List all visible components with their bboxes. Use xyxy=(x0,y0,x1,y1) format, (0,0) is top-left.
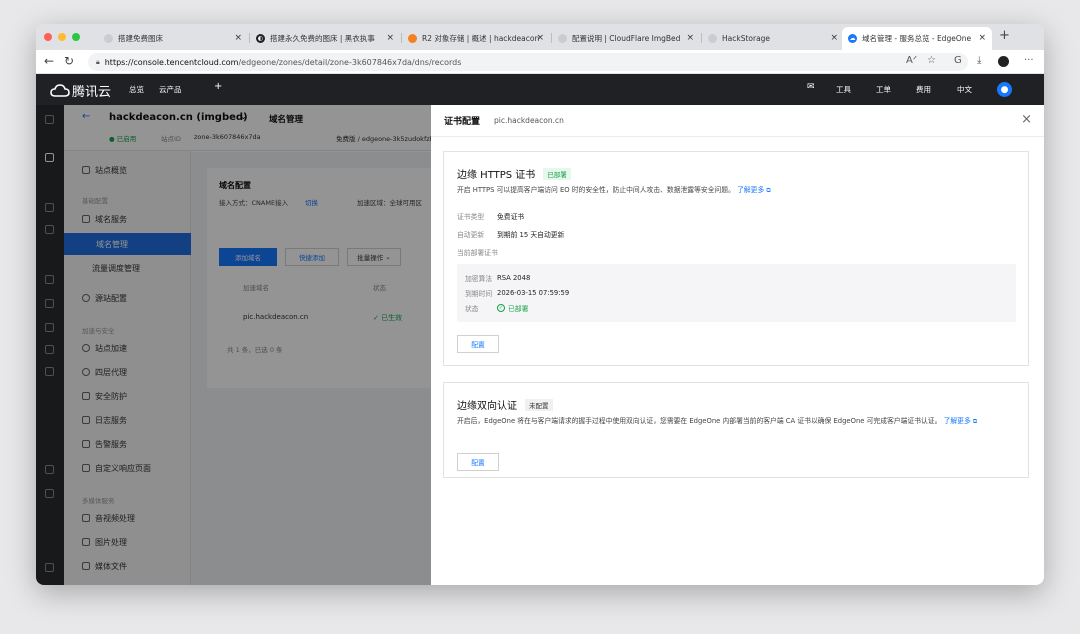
browser-tab-active[interactable]: ☁ 域名管理 - 服务总览 - EdgeOne × xyxy=(842,27,992,50)
tab-favicon-icon xyxy=(408,34,417,43)
tab-favicon-icon: ☁ xyxy=(848,34,857,43)
browser-window: 搭建免费图床 × ◐ 搭建永久免费的图床 | 黑衣执事 × R2 对象存储 | 概述 … xyxy=(36,24,1044,585)
new-tab-button[interactable]: + xyxy=(999,28,1010,43)
mtls-card-title: 边缘双向认证 未配置 xyxy=(457,397,553,412)
current-cert-panel: 加密算法 RSA 2048 到期时间 2026-03-15 07:59:59 状态 ✓… xyxy=(457,264,1016,322)
console-top-nav: 腾讯云 总览 云产品 + ✉ 工具 工单 费用 中文 ● xyxy=(36,74,1044,105)
nav-billing[interactable]: 费用 xyxy=(916,84,931,95)
close-tab-icon[interactable]: × xyxy=(536,33,544,43)
nav-tools[interactable]: 工具 xyxy=(836,84,851,95)
tab-favicon-icon xyxy=(104,34,113,43)
lock-icon: 🔒︎ xyxy=(96,57,100,66)
more-menu-icon[interactable]: ··· xyxy=(1024,55,1034,66)
check-circle-icon: ✓ xyxy=(497,304,505,312)
cert-type-row: 证书类型 免费证书 xyxy=(457,213,525,221)
close-tab-icon[interactable]: × xyxy=(830,33,838,43)
drawer-header: 证书配置 pic.hackdeacon.cn × xyxy=(431,105,1044,137)
status-badge: 未配置 xyxy=(525,398,553,411)
refresh-extension-icon[interactable]: G xyxy=(954,55,962,66)
drawer-title: 证书配置 xyxy=(444,117,481,127)
mtls-card-desc: 开启后，EdgeOne 将在与客户端请求的握手过程中使用双向认证，您需要在 Ed… xyxy=(457,417,978,425)
url-field[interactable]: 🔒︎ https://console.tencentcloud.com/edge… xyxy=(88,53,968,71)
user-avatar[interactable]: ● xyxy=(997,82,1012,97)
tab-favicon-icon xyxy=(708,34,717,43)
current-cert-label: 当前部署证书 xyxy=(457,249,498,257)
back-arrow-icon[interactable]: ← xyxy=(44,54,54,68)
minimize-window-button[interactable] xyxy=(58,33,66,41)
reload-icon[interactable]: ↻ xyxy=(64,54,74,68)
tab-bar: 搭建免费图床 × ◐ 搭建永久免费的图床 | 黑衣执事 × R2 对象存储 | 概述 … xyxy=(36,24,1044,50)
download-icon[interactable]: ⤓ xyxy=(977,55,981,66)
nav-add[interactable]: + xyxy=(214,81,222,92)
external-link-icon: ⧉ xyxy=(972,418,978,425)
browser-tab[interactable]: HackStorage × xyxy=(702,27,844,50)
favorite-star-icon[interactable]: ☆ xyxy=(927,55,936,66)
console-content: 站点概览 基础配置 域名服务 域名管理 流量调度管理 源站配置 加速与安全 站点… xyxy=(36,105,1044,585)
expire-row: 到期时间 2026-03-15 07:59:59 xyxy=(465,289,570,298)
certificate-drawer: 证书配置 pic.hackdeacon.cn × 边缘 HTTPS 证书 已部署… xyxy=(431,105,1044,585)
browser-tab[interactable]: R2 对象存储 | 概述 | hackdeacon × xyxy=(402,27,550,50)
nav-overview[interactable]: 总览 xyxy=(129,84,144,95)
learn-more-link[interactable]: 了解更多 ⧉ xyxy=(737,186,771,194)
external-link-icon: ⧉ xyxy=(766,187,771,194)
mail-icon[interactable]: ✉ xyxy=(807,82,815,92)
close-tab-icon[interactable]: × xyxy=(386,33,394,43)
tab-favicon-icon: ◐ xyxy=(256,34,265,43)
https-card-desc: 开启 HTTPS 可以提高客户端访问 EO 时的安全性，防止中间人攻击、数据泄露… xyxy=(457,186,771,194)
tab-favicon-icon xyxy=(558,34,567,43)
browser-tab[interactable]: ◐ 搭建永久免费的图床 | 黑衣执事 × xyxy=(250,27,400,50)
configure-https-button[interactable]: 配置 xyxy=(457,335,499,353)
https-cert-card: 边缘 HTTPS 证书 已部署 开启 HTTPS 可以提高客户端访问 EO 时的… xyxy=(443,151,1029,366)
browser-tab[interactable]: 搭建免费图床 × xyxy=(98,27,248,50)
mtls-card: 边缘双向认证 未配置 开启后，EdgeOne 将在与客户端请求的握手过程中使用双… xyxy=(443,382,1029,478)
https-card-title: 边缘 HTTPS 证书 已部署 xyxy=(457,166,571,181)
status-badge: 已部署 xyxy=(543,167,571,180)
address-bar-row: ← ↻ 🔒︎ https://console.tencentcloud.com /… xyxy=(36,50,1044,74)
read-aloud-icon[interactable]: Aᐟ xyxy=(906,55,917,66)
learn-more-link[interactable]: 了解更多 ⧉ xyxy=(944,417,978,425)
close-tab-icon[interactable]: × xyxy=(234,33,242,43)
close-window-button[interactable] xyxy=(44,33,52,41)
nav-products[interactable]: 云产品 xyxy=(159,84,182,95)
profile-icon[interactable] xyxy=(998,56,1009,67)
close-icon[interactable]: × xyxy=(1021,112,1032,127)
algo-row: 加密算法 RSA 2048 xyxy=(465,274,531,283)
cert-status-row: 状态 ✓ 已部署 xyxy=(465,304,529,313)
nav-language[interactable]: 中文 xyxy=(957,84,972,95)
zoom-window-button[interactable] xyxy=(72,33,80,41)
tencent-cloud-logo[interactable]: 腾讯云 xyxy=(50,81,111,100)
configure-mtls-button[interactable]: 配置 xyxy=(457,453,499,471)
browser-tab[interactable]: 配置说明 | CloudFlare ImgBed × xyxy=(552,27,700,50)
drawer-domain: pic.hackdeacon.cn xyxy=(494,116,564,125)
cloud-logo-icon xyxy=(50,83,70,97)
close-tab-icon[interactable]: × xyxy=(978,33,986,43)
auto-renew-row: 自动更新 到期前 15 天自动更新 xyxy=(457,231,565,239)
close-tab-icon[interactable]: × xyxy=(686,33,694,43)
nav-tickets[interactable]: 工单 xyxy=(876,84,891,95)
